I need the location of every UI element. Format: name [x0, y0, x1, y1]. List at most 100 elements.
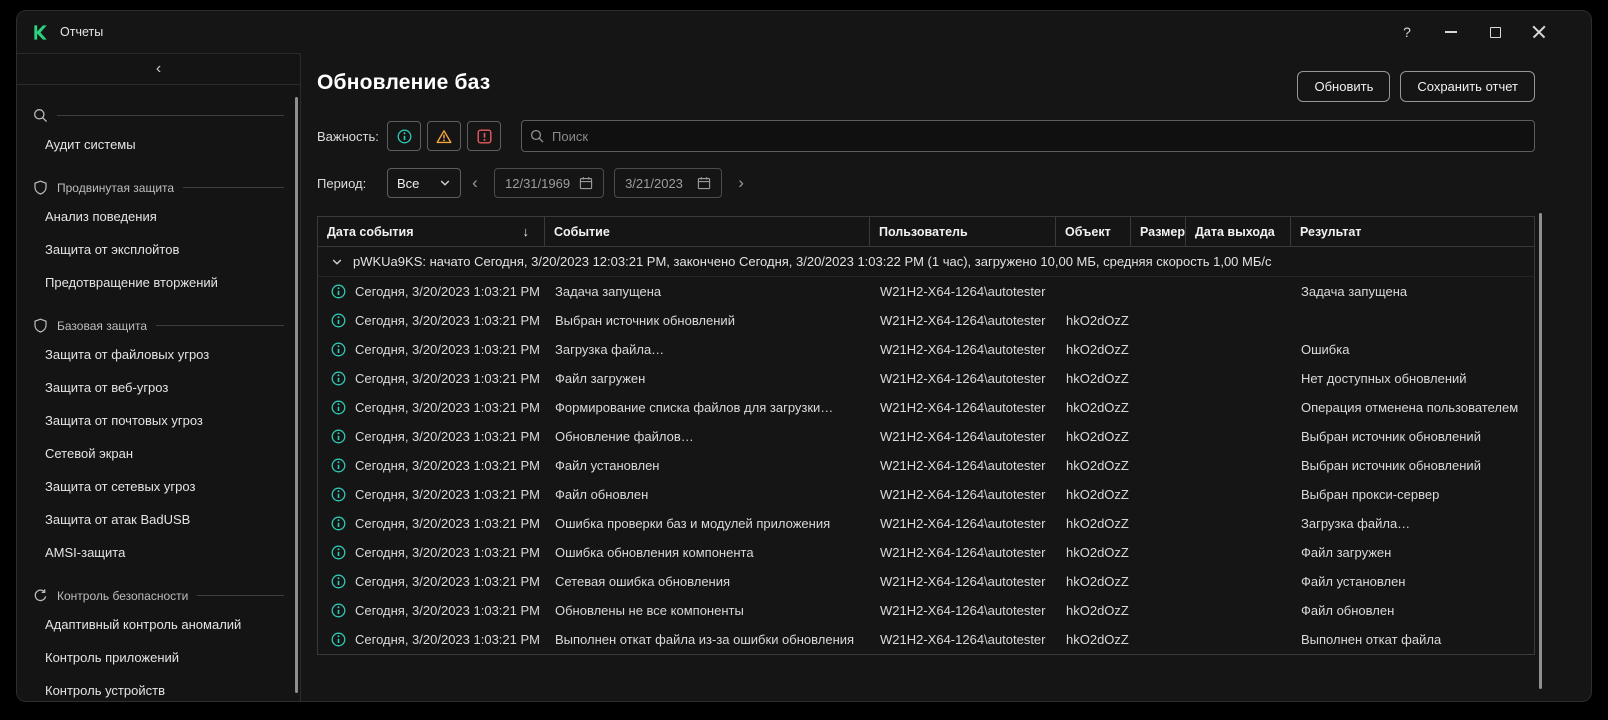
- table-row[interactable]: Сегодня, 3/20/2023 1:03:21 PMСетевая оши…: [318, 567, 1534, 596]
- column-header-label: Событие: [554, 225, 610, 239]
- cell-result: Операция отменена пользователем: [1291, 400, 1534, 415]
- info-icon: [331, 429, 346, 444]
- cell-result: Задача запущена: [1291, 284, 1534, 299]
- cell-event-date: Сегодня, 3/20/2023 1:03:21 PM: [318, 632, 545, 647]
- cell-object: hkO2dOzZ: [1056, 545, 1131, 560]
- cell-result: Ошибка: [1291, 342, 1534, 357]
- shield-icon: [33, 318, 48, 333]
- table-row[interactable]: Сегодня, 3/20/2023 1:03:21 PM Обновлены н…: [318, 596, 1534, 625]
- info-icon: [331, 545, 346, 560]
- sidebar-item[interactable]: Защита от веб-угроз: [17, 371, 300, 404]
- cell-event: Обновление файлов…: [545, 429, 870, 444]
- info-icon: [331, 400, 346, 415]
- info-icon: [331, 371, 346, 386]
- critical-icon: [477, 129, 492, 144]
- cell-event-date: Сегодня, 3/20/2023 1:03:21 PM: [318, 458, 545, 473]
- critical-severity-filter-button[interactable]: [467, 121, 501, 151]
- table-row[interactable]: Сегодня, 3/20/2023 1:03:21 PMФайл загруж…: [318, 364, 1534, 393]
- cell-object: hkO2dOzZ: [1056, 516, 1131, 531]
- cell-event-date: Сегодня, 3/20/2023 1:03:21 PM: [318, 603, 545, 618]
- cell-event-date: Сегодня, 3/20/2023 1:03:21 PM: [318, 400, 545, 415]
- table-body: Сегодня, 3/20/2023 1:03:21 PM Задача запу…: [318, 277, 1534, 654]
- group-row[interactable]: pWKUa9KS: начато Сегодня, 3/20/2023 12:0…: [318, 247, 1534, 277]
- close-button[interactable]: [1517, 17, 1561, 47]
- table-row[interactable]: Сегодня, 3/20/2023 1:03:21 PMЗагрузка фа…: [318, 335, 1534, 364]
- cell-object: hkO2dOzZ: [1056, 429, 1131, 444]
- info-icon: [331, 603, 346, 618]
- event-date-text: Сегодня, 3/20/2023 1:03:21 PM: [355, 545, 540, 560]
- info-icon: [331, 313, 346, 328]
- info-severity-filter-button[interactable]: [387, 121, 421, 151]
- sidebar-item[interactable]: Защита от атак BadUSB: [17, 503, 300, 536]
- event-date-text: Сегодня, 3/20/2023 1:03:21 PM: [355, 342, 540, 357]
- minimize-button[interactable]: [1429, 17, 1473, 47]
- cell-user: W21H2-X64-1264\autotester: [870, 516, 1056, 531]
- table-row[interactable]: Сегодня, 3/20/2023 1:03:21 PMФайл устано…: [318, 451, 1534, 480]
- audit-icon: [33, 108, 48, 123]
- cell-user: W21H2-X64-1264\autotester: [870, 342, 1056, 357]
- info-icon: [331, 516, 346, 531]
- warning-severity-filter-button[interactable]: [427, 121, 461, 151]
- sidebar-item[interactable]: Защита от эксплойтов: [17, 233, 300, 266]
- event-date-text: Сегодня, 3/20/2023 1:03:21 PM: [355, 313, 540, 328]
- column-header[interactable]: Размер: [1131, 217, 1186, 247]
- sidebar-item[interactable]: Защита от файловых угроз: [17, 338, 300, 371]
- cell-event: Обновлены не все компоненты: [545, 603, 870, 618]
- date-to-field[interactable]: 3/21/2023: [614, 168, 722, 198]
- section-divider: [183, 187, 284, 188]
- sidebar: ‹ Аудит системыПродвинутая защитаАнализ …: [17, 53, 301, 701]
- info-icon: [397, 129, 412, 144]
- date-from-field[interactable]: 12/31/1969: [494, 168, 604, 198]
- help-button[interactable]: ?: [1385, 17, 1429, 47]
- sidebar-item[interactable]: Сетевой экран: [17, 437, 300, 470]
- cell-event-date: Сегодня, 3/20/2023 1:03:21 PM: [318, 284, 545, 299]
- column-header[interactable]: Объект: [1056, 217, 1131, 247]
- table-row[interactable]: Сегодня, 3/20/2023 1:03:21 PM Задача запу…: [318, 277, 1534, 306]
- sort-descending-icon: ↓: [523, 224, 530, 239]
- table-row[interactable]: Сегодня, 3/20/2023 1:03:21 PMВыполнен от…: [318, 625, 1534, 654]
- sidebar-item[interactable]: Защита от сетевых угроз: [17, 470, 300, 503]
- chevron-left-icon: ‹: [156, 60, 161, 78]
- period-dropdown[interactable]: Все: [387, 168, 461, 198]
- sidebar-item[interactable]: Предотвращение вторжений: [17, 266, 300, 299]
- sidebar-section-label: Базовая защита: [57, 319, 147, 333]
- table-row[interactable]: Сегодня, 3/20/2023 1:03:21 PMФормировани…: [318, 393, 1534, 422]
- table-row[interactable]: Сегодня, 3/20/2023 1:03:21 PMВыбран исто…: [318, 306, 1534, 335]
- sidebar-item[interactable]: Контроль приложений: [17, 641, 300, 674]
- search-input[interactable]: [521, 120, 1535, 152]
- column-header[interactable]: Событие: [545, 217, 870, 247]
- column-header[interactable]: Пользователь: [870, 217, 1056, 247]
- sidebar-item[interactable]: Защита от почтовых угроз: [17, 404, 300, 437]
- cell-user: W21H2-X64-1264\autotester: [870, 545, 1056, 560]
- save-report-button[interactable]: Сохранить отчет: [1400, 71, 1535, 102]
- previous-period-button[interactable]: ‹: [461, 168, 489, 198]
- sidebar-item[interactable]: Анализ поведения: [17, 200, 300, 233]
- sidebar-item[interactable]: Контроль устройств: [17, 674, 300, 701]
- maximize-icon: [1490, 27, 1501, 38]
- column-header-label: Дата выхода: [1195, 225, 1275, 239]
- sidebar-item[interactable]: AMSI-защита: [17, 536, 300, 569]
- event-date-text: Сегодня, 3/20/2023 1:03:21 PM: [355, 603, 540, 618]
- column-header[interactable]: Дата события↓: [318, 217, 545, 247]
- group-row-text: pWKUa9KS: начато Сегодня, 3/20/2023 12:0…: [353, 254, 1272, 269]
- sidebar-collapse-button[interactable]: ‹: [17, 53, 300, 85]
- sidebar-item[interactable]: Адаптивный контроль аномалий: [17, 608, 300, 641]
- maximize-button[interactable]: [1473, 17, 1517, 47]
- cell-user: W21H2-X64-1264\autotester: [870, 400, 1056, 415]
- cell-event: Сетевая ошибка обновления: [545, 574, 870, 589]
- cell-object: hkO2dOzZ: [1056, 458, 1131, 473]
- table-row[interactable]: Сегодня, 3/20/2023 1:03:21 PMФайл обновл…: [318, 480, 1534, 509]
- content-scrollbar[interactable]: [1539, 213, 1542, 689]
- cell-event-date: Сегодня, 3/20/2023 1:03:21 PM: [318, 313, 545, 328]
- column-header-label: Пользователь: [879, 225, 968, 239]
- event-date-text: Сегодня, 3/20/2023 1:03:21 PM: [355, 458, 540, 473]
- table-row[interactable]: Сегодня, 3/20/2023 1:03:21 PMОбновление …: [318, 422, 1534, 451]
- table-row[interactable]: Сегодня, 3/20/2023 1:03:21 PMОшибка пров…: [318, 509, 1534, 538]
- table-row[interactable]: Сегодня, 3/20/2023 1:03:21 PMОшибка обно…: [318, 538, 1534, 567]
- column-header[interactable]: Результат: [1291, 217, 1534, 247]
- next-period-button[interactable]: ›: [727, 168, 755, 198]
- sidebar-scrollbar[interactable]: [295, 97, 298, 693]
- column-header[interactable]: Дата выхода: [1186, 217, 1291, 247]
- refresh-button[interactable]: Обновить: [1297, 71, 1390, 102]
- sidebar-item[interactable]: Аудит системы: [17, 128, 300, 161]
